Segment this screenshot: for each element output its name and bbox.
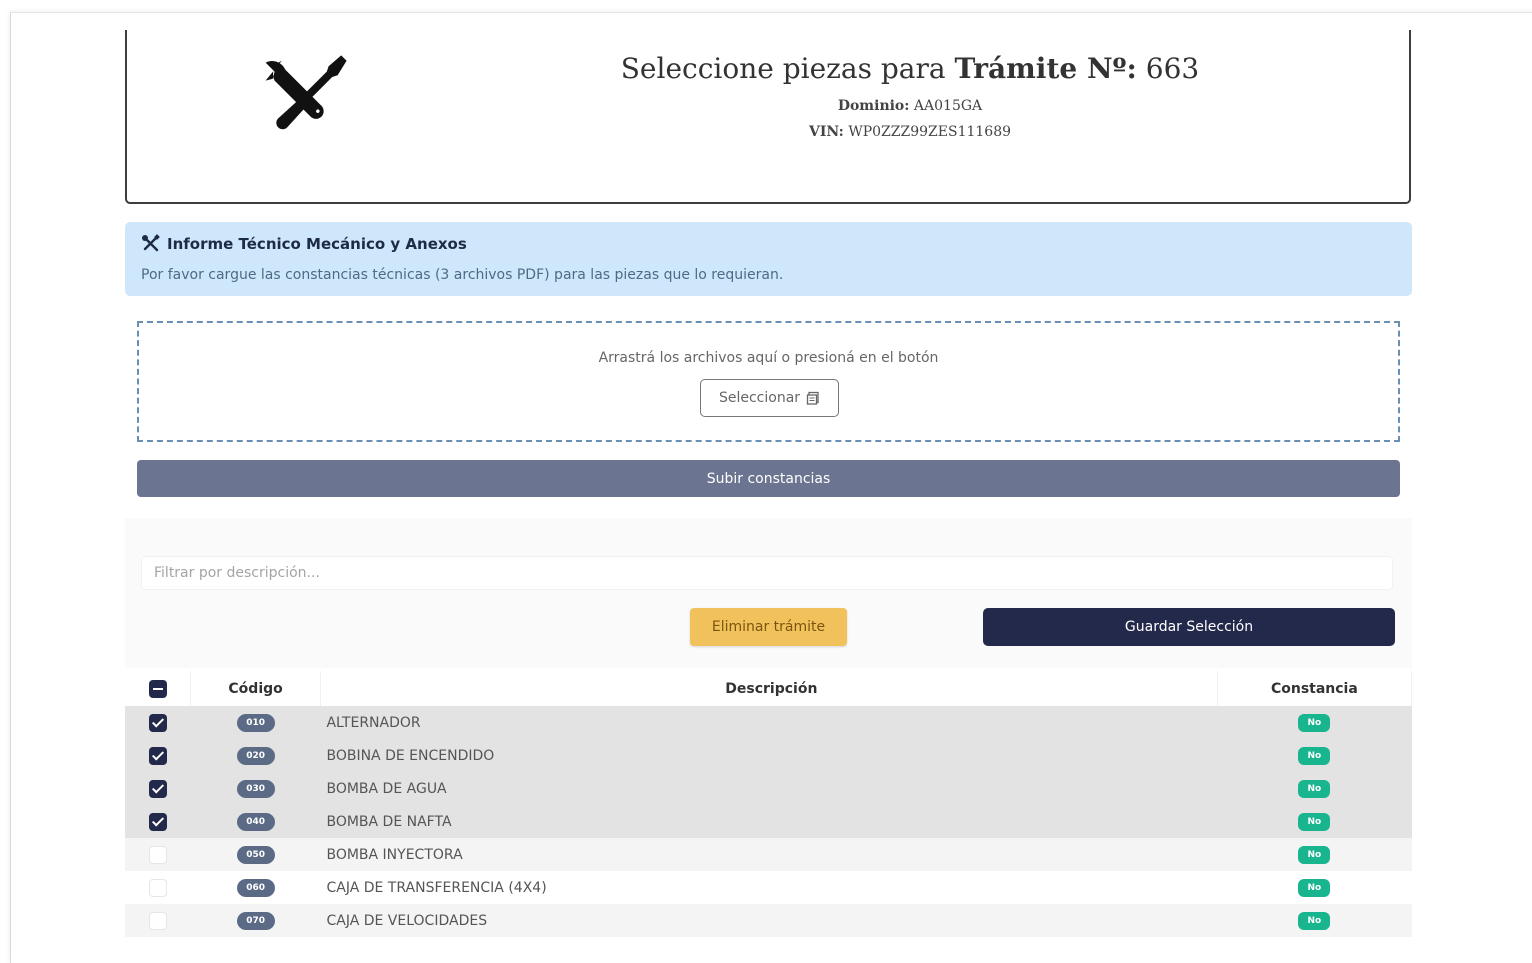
upload-constancias-button[interactable]: Subir constancias [137, 460, 1400, 497]
row-description: BOBINA DE ENCENDIDO [320, 739, 1218, 772]
select-all-checkbox[interactable] [148, 679, 167, 698]
header-code: Código [190, 671, 321, 706]
table-row[interactable]: 060 CAJA DE TRANSFERENCIA (4X4) No [125, 871, 1412, 904]
select-files-button[interactable]: Seleccionar [700, 379, 839, 417]
selection-panel: Eliminar trámite Guardar Selección [125, 518, 1412, 668]
title-prefix: Seleccione piezas para [620, 52, 946, 85]
constancia-badge: No [1298, 912, 1331, 930]
vin-value: WP0ZZZ99ZES111689 [848, 124, 1012, 140]
code-badge: 020 [236, 747, 275, 765]
row-checkbox[interactable] [148, 812, 167, 831]
info-text: Por favor cargue las constancias técnica… [141, 267, 784, 283]
upload-label: Subir constancias [706, 470, 831, 487]
constancia-badge: No [1298, 714, 1331, 732]
vin-line: VIN: WP0ZZZ99ZES111689 [547, 124, 1273, 140]
table-row[interactable]: 030 BOMBA DE AGUA No [125, 772, 1412, 805]
row-description: BOMBA INYECTORA [320, 838, 1218, 871]
dominio-value: AA015GA [913, 98, 983, 114]
row-checkbox[interactable] [148, 713, 167, 732]
dropzone-hint: Arrastrá los archivos aquí o presioná en… [598, 350, 939, 366]
filter-input[interactable] [141, 556, 1393, 590]
tramite-number: 663 [1145, 52, 1200, 85]
info-alert: Informe Técnico Mecánico y Anexos Por fa… [125, 222, 1412, 296]
tools-icon [142, 234, 160, 252]
row-checkbox[interactable] [148, 878, 167, 897]
table-row[interactable]: 010 ALTERNADOR No [125, 706, 1412, 739]
table-row[interactable]: 020 BOBINA DE ENCENDIDO No [125, 739, 1412, 772]
constancia-badge: No [1298, 780, 1331, 798]
code-badge: 040 [236, 813, 275, 831]
code-badge: 060 [236, 879, 275, 897]
header-constancia: Constancia [1217, 671, 1413, 706]
info-title-row: Informe Técnico Mecánico y Anexos [141, 234, 467, 254]
dominio-line: Dominio: AA015GA [547, 98, 1273, 114]
code-badge: 070 [236, 912, 275, 930]
table-row[interactable]: 070 CAJA DE VELOCIDADES No [125, 904, 1412, 937]
row-description: CAJA DE TRANSFERENCIA (4X4) [320, 871, 1218, 904]
row-checkbox[interactable] [148, 911, 167, 930]
delete-tramite-button[interactable]: Eliminar trámite [690, 608, 847, 646]
constancia-badge: No [1298, 813, 1331, 831]
parts-table: Código Descripción Constancia 010 ALTERN… [125, 671, 1413, 937]
code-badge: 030 [236, 780, 275, 798]
table-row[interactable]: 040 BOMBA DE NAFTA No [125, 805, 1412, 838]
row-description: BOMBA DE NAFTA [320, 805, 1218, 838]
row-description: BOMBA DE AGUA [320, 772, 1218, 805]
constancia-badge: No [1298, 879, 1331, 897]
row-description: ALTERNADOR [320, 706, 1218, 739]
row-checkbox[interactable] [148, 779, 167, 798]
info-title: Informe Técnico Mecánico y Anexos [167, 235, 467, 253]
dominio-label: Dominio: [837, 98, 910, 114]
tools-icon [265, 55, 347, 130]
header-description: Descripción [320, 671, 1218, 706]
title-bold: Trámite Nº: [954, 52, 1137, 85]
select-files-label: Seleccionar [718, 390, 801, 406]
code-badge: 050 [236, 846, 275, 864]
row-checkbox[interactable] [148, 845, 167, 864]
header-card: Seleccione piezas para Trámite Nº: 663 D… [125, 30, 1411, 204]
vin-label: VIN: [808, 124, 844, 140]
constancia-badge: No [1298, 846, 1331, 864]
file-dropzone[interactable]: Arrastrá los archivos aquí o presioná en… [137, 321, 1400, 442]
save-selection-button[interactable]: Guardar Selección [983, 608, 1395, 646]
code-badge: 010 [236, 714, 275, 732]
constancia-badge: No [1298, 747, 1331, 765]
page-title: Seleccione piezas para Trámite Nº: 663 [547, 52, 1273, 85]
files-icon [806, 391, 819, 405]
table-header-row: Código Descripción Constancia [125, 671, 1413, 706]
row-description: CAJA DE VELOCIDADES [320, 904, 1218, 937]
select-all-cell [125, 671, 192, 706]
table-row[interactable]: 050 BOMBA INYECTORA No [125, 838, 1412, 871]
row-checkbox[interactable] [148, 746, 167, 765]
